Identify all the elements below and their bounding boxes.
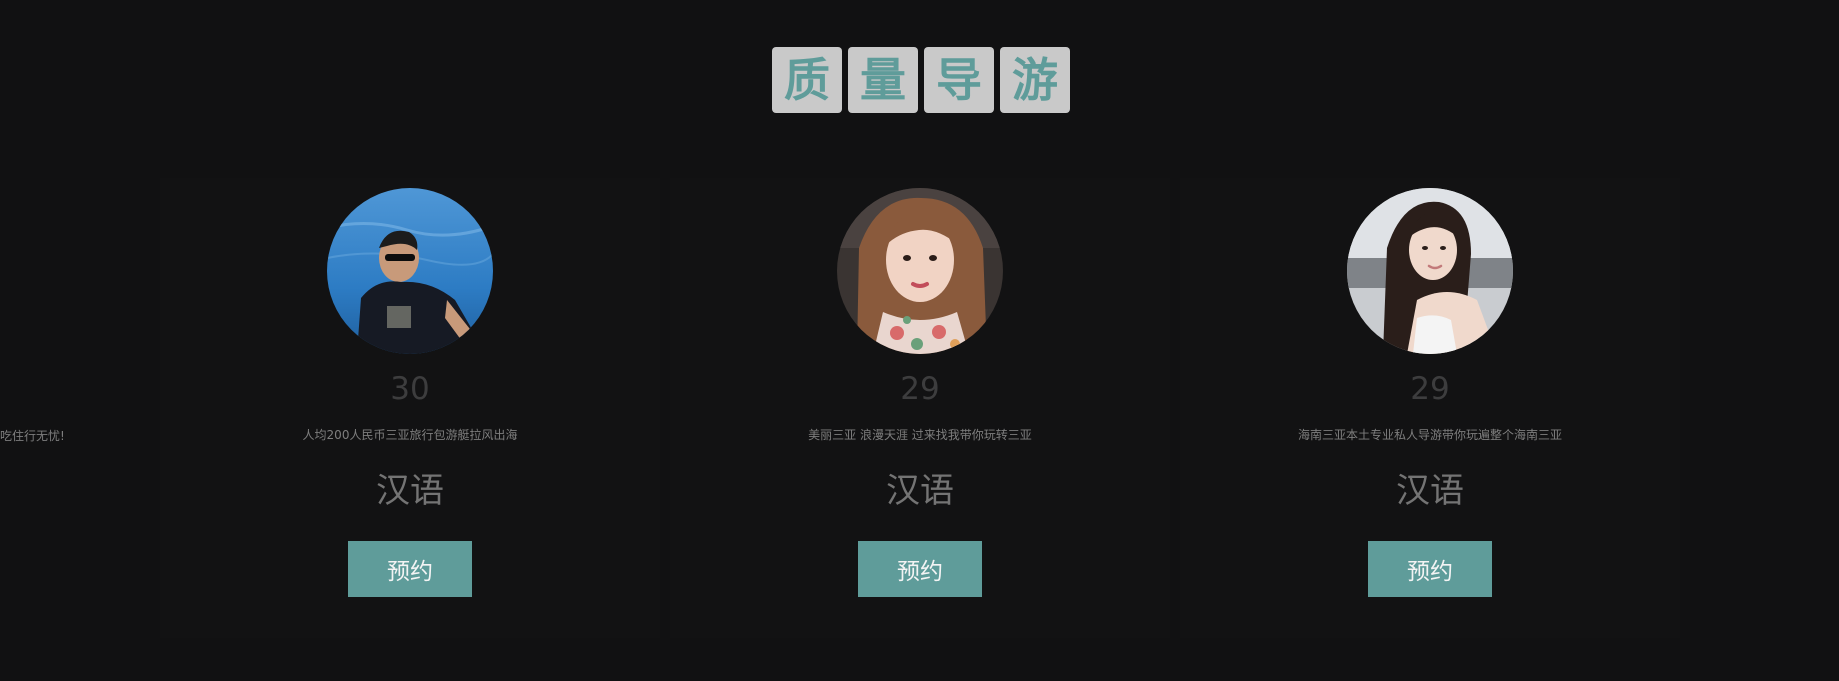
title-char: 质 <box>772 47 842 113</box>
guide-age: 29 <box>1410 371 1450 407</box>
guide-age: 30 <box>390 371 430 407</box>
guide-avatar[interactable] <box>837 188 1003 354</box>
guide-tagline: 美丽三亚 浪漫天涯 过来找我带你玩转三亚 <box>808 428 1032 442</box>
title-char: 游 <box>1000 47 1070 113</box>
book-button[interactable]: 预约 <box>1368 541 1492 597</box>
guide-tagline: 海南三亚本土专业私人导游带你玩遍整个海南三亚 <box>1297 428 1562 442</box>
book-button[interactable]: 预约 <box>348 541 472 597</box>
guide-avatar[interactable] <box>327 188 493 354</box>
guide-language: 汉语 <box>886 471 954 511</box>
guide-card[interactable]: 29 美丽三亚 浪漫天涯 过来找我带你玩转三亚 汉语 预约 <box>670 178 1170 638</box>
book-button[interactable]: 预约 <box>858 541 982 597</box>
section-title: 质 量 导 游 <box>772 47 1070 113</box>
guide-age: 29 <box>900 371 940 407</box>
title-char: 导 <box>924 47 994 113</box>
avatar-photo-3 <box>1347 188 1513 354</box>
avatar-photo-2 <box>837 188 1003 354</box>
guide-card[interactable]: 29 海南三亚本土专业私人导游带你玩遍整个海南三亚 汉语 预约 <box>1180 178 1680 638</box>
guide-tagline: 人均200人民币三亚旅行包游艇拉风出海 <box>302 428 518 442</box>
guide-avatar[interactable] <box>1347 188 1513 354</box>
guide-language: 汉语 <box>376 471 444 511</box>
partial-card-tagline: 吃住行无忧! <box>0 429 65 443</box>
page: 质 量 导 游 吃住行无忧! 30 人均200人民币三亚旅行包游艇拉风出海 汉语… <box>0 0 1839 681</box>
title-char: 量 <box>848 47 918 113</box>
guide-language: 汉语 <box>1396 471 1464 511</box>
guide-card[interactable]: 30 人均200人民币三亚旅行包游艇拉风出海 汉语 预约 <box>160 178 660 638</box>
avatar-photo-1 <box>327 188 493 354</box>
